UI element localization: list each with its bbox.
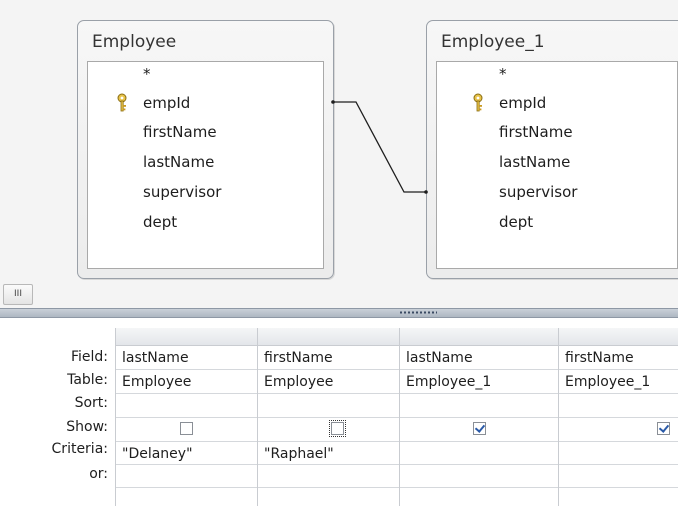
show-checkbox[interactable] [657, 422, 670, 435]
table-cell[interactable]: Employee [258, 370, 400, 394]
column-selector[interactable] [559, 328, 678, 346]
field-dept[interactable]: dept [143, 212, 177, 232]
field-firstName[interactable]: firstName [499, 122, 573, 142]
row-label-criteria: Criteria: [51, 441, 108, 457]
table-box-employee[interactable]: Employee * empId firstName lastName supe… [77, 20, 334, 279]
column-selector[interactable] [258, 328, 400, 346]
field-list: * empId firstName lastName supervisor de… [87, 61, 324, 269]
primary-key-icon [473, 93, 483, 112]
query-design-pane: Employee * empId firstName lastName supe… [0, 0, 678, 280]
field-cell[interactable]: lastName [116, 346, 258, 370]
or-cell[interactable] [258, 465, 400, 488]
field-all[interactable]: * [143, 64, 151, 84]
grid-column-2: firstName Employee "Raphael" [257, 328, 400, 506]
horizontal-scroll-thumb[interactable]: III [3, 284, 33, 305]
show-cell [559, 418, 678, 442]
column-selector[interactable] [116, 328, 258, 346]
or-cell[interactable] [116, 465, 258, 488]
table-title[interactable]: Employee [92, 32, 176, 52]
field-supervisor[interactable]: supervisor [499, 182, 577, 202]
field-cell[interactable]: lastName [400, 346, 559, 370]
table-cell[interactable]: Employee_1 [559, 370, 678, 394]
splitter-grip-icon [399, 311, 437, 314]
show-cell [400, 418, 559, 442]
field-supervisor[interactable]: supervisor [143, 182, 221, 202]
table-cell[interactable]: Employee [116, 370, 258, 394]
field-dept[interactable]: dept [499, 212, 533, 232]
field-lastName[interactable]: lastName [499, 152, 570, 172]
grid-column-1: lastName Employee "Delaney" [115, 328, 258, 506]
criteria-cell[interactable] [559, 442, 678, 465]
row-label-sort: Sort: [74, 395, 108, 411]
row-label-show: Show: [66, 419, 108, 435]
field-empId[interactable]: empId [143, 93, 190, 113]
row-label-or: or: [89, 466, 108, 482]
column-selector[interactable] [400, 328, 559, 346]
primary-key-icon [117, 93, 127, 112]
sort-cell[interactable] [258, 394, 400, 418]
grid-column-3: lastName Employee_1 [399, 328, 559, 506]
field-lastName[interactable]: lastName [143, 152, 214, 172]
field-cell[interactable]: firstName [559, 346, 678, 370]
show-checkbox[interactable] [329, 420, 346, 437]
table-cell[interactable]: Employee_1 [400, 370, 559, 394]
field-firstName[interactable]: firstName [143, 122, 217, 142]
field-all[interactable]: * [499, 64, 507, 84]
row-label-field: Field: [70, 349, 108, 365]
field-empId[interactable]: empId [499, 93, 546, 113]
sort-cell[interactable] [559, 394, 678, 418]
query-design-grid: Field: Table: Sort: Show: Criteria: or: … [0, 318, 678, 506]
table-title[interactable]: Employee_1 [441, 32, 545, 52]
or-cell[interactable] [400, 465, 559, 488]
table-box-employee-1[interactable]: Employee_1 * empId firstName lastName su… [426, 20, 678, 279]
show-checkbox[interactable] [180, 422, 193, 435]
field-list: * empId firstName lastName supervisor de… [436, 61, 678, 269]
field-cell[interactable]: firstName [258, 346, 400, 370]
grid-column-4: firstName Employee_1 [558, 328, 678, 506]
or-cell[interactable] [559, 465, 678, 488]
criteria-cell[interactable]: "Delaney" [116, 442, 258, 465]
pane-splitter[interactable] [0, 308, 678, 318]
sort-cell[interactable] [116, 394, 258, 418]
design-pane-scroll-area [0, 280, 678, 308]
show-checkbox[interactable] [473, 422, 486, 435]
criteria-cell[interactable]: "Raphael" [258, 442, 400, 465]
row-label-table: Table: [67, 372, 108, 388]
show-cell [116, 418, 258, 442]
criteria-cell[interactable] [400, 442, 559, 465]
sort-cell[interactable] [400, 394, 559, 418]
show-cell [258, 418, 400, 442]
